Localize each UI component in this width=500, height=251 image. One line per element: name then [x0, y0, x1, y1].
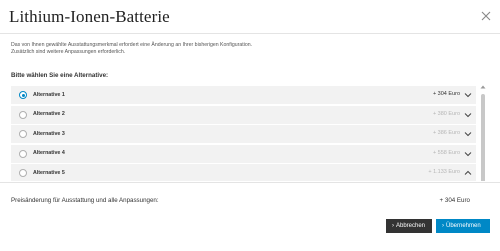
alternative-row[interactable]: Alternative 3 + 386 Euro: [11, 125, 476, 143]
dialog-content: Das von Ihnen gewählte Ausstattungsmerkm…: [0, 34, 500, 181]
radio-button[interactable]: [19, 169, 27, 177]
close-icon[interactable]: [481, 11, 491, 21]
alternative-row[interactable]: Alternative 1 + 304 Euro: [11, 86, 476, 104]
accept-button[interactable]: › Übernehmen: [436, 219, 490, 233]
alternative-label: Alternative 3: [33, 130, 65, 137]
alternative-label: Alternative 2: [33, 111, 65, 117]
chevron-down-icon[interactable]: [464, 91, 472, 99]
alternative-row[interactable]: Alternative 4 + 558 Euro: [11, 144, 476, 163]
accept-button-label: Übernehmen: [446, 223, 481, 229]
cancel-button[interactable]: › Abbrechen: [386, 219, 432, 233]
radio-button[interactable]: [19, 149, 27, 158]
alternatives-prompt: Bitte wählen Sie eine Alternative:: [11, 72, 109, 79]
chevron-down-icon[interactable]: [464, 111, 472, 119]
alternative-price: + 558 Euro: [432, 149, 460, 156]
chevron-right-icon: ›: [392, 223, 394, 229]
dialog-title: Lithium-Ionen-Batterie: [9, 7, 170, 26]
radio-button[interactable]: [19, 110, 27, 119]
radio-button-selected[interactable]: [19, 91, 27, 99]
scroll-up-icon[interactable]: [480, 84, 486, 90]
alternative-label: Alternative 1: [33, 91, 65, 98]
alternative-price: + 1.133 Euro: [428, 169, 460, 175]
alternative-price: + 386 Euro: [432, 130, 460, 136]
alternative-label: Alternative 4: [33, 150, 65, 156]
alternatives-list: Alternative 1 + 304 Euro Alternative 2 +…: [11, 86, 476, 181]
chevron-up-icon[interactable]: [464, 169, 472, 177]
info-line-2: Zusätzlich sind weitere Anpassungen erfo…: [11, 49, 126, 55]
total-price-value: + 304 Euro: [439, 197, 470, 204]
chevron-down-icon[interactable]: [464, 150, 472, 158]
scrollbar-thumb[interactable]: [481, 94, 485, 181]
info-text: Das von Ihnen gewählte Ausstattungsmerkm…: [11, 42, 451, 56]
chevron-down-icon[interactable]: [464, 130, 472, 138]
footer-divider: [0, 182, 500, 183]
info-line-1: Das von Ihnen gewählte Ausstattungsmerkm…: [11, 42, 253, 48]
alternative-label: Alternative 5: [33, 169, 65, 176]
alternative-price: + 380 Euro: [432, 110, 460, 117]
radio-button[interactable]: [19, 130, 27, 138]
alternative-row[interactable]: Alternative 5 + 1.133 Euro: [11, 164, 476, 181]
chevron-right-icon: ›: [442, 223, 444, 229]
total-price-label: Preisänderung für Ausstattung und alle A…: [11, 197, 159, 204]
cancel-button-label: Abbrechen: [396, 223, 426, 229]
alternative-row[interactable]: Alternative 2 + 380 Euro: [11, 105, 476, 124]
alternative-price: + 304 Euro: [432, 91, 460, 97]
configuration-dialog: Lithium-Ionen-Batterie Das von Ihnen gew…: [0, 0, 500, 251]
